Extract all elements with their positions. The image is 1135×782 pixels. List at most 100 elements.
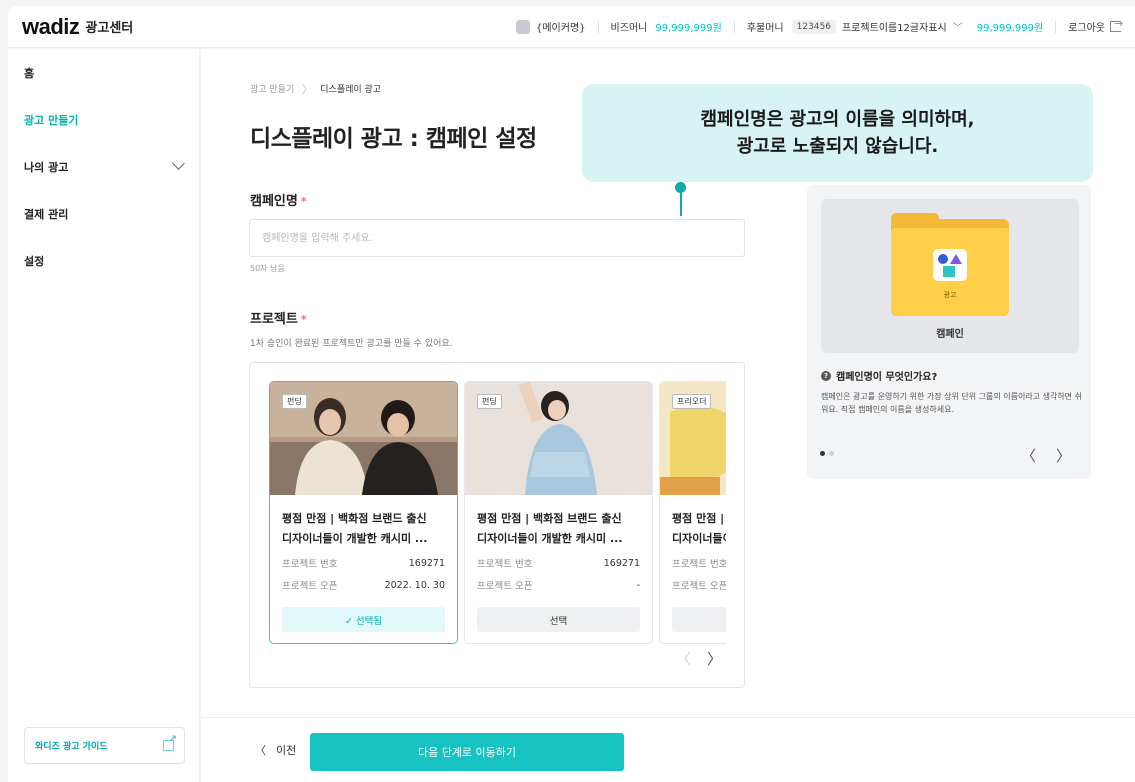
required-mark: * [300,313,307,326]
meta-label: 프로젝트 번호 [672,559,726,570]
project-open-row: 프로젝트 오픈 - [465,575,652,595]
question-icon: ? [821,370,831,381]
project-number-row: 프로젝트 번호 [660,553,726,573]
bottom-action-bar: 〈 이전 다음 단계로 이동하기 [201,717,1135,782]
project-title-line: 디자이너들이 개발한 캐시미 ... [282,532,428,545]
breadcrumb-current: 디스플레이 광고 [320,85,382,95]
ad-guide-link[interactable]: 와디즈 광고 가이드 [24,727,185,764]
folder-label: 광고 [943,291,957,299]
project-open-row: 프로젝트 오픈 [660,575,726,595]
project-card[interactable]: 펀딩 평점 만점 | 백화점 브랜드 출신 디자이너들이 개발한 캐시미 ...… [464,381,653,644]
project-card[interactable]: 프리오더 평점 만점 | 백화점 브랜드 출신 디자이너들이 개발한 캐시미 .… [659,381,726,644]
project-open-row: 프로젝트 오픈 2022. 10. 30 [270,575,457,595]
chevron-left-icon: 〈 [255,744,266,757]
project-label: 프로젝트 * [250,308,307,327]
pagination-dot[interactable] [829,451,834,456]
selected-button[interactable]: ✓ 선택됨 [282,607,445,632]
meta-label: 프로젝트 번호 [477,559,533,570]
divider [1055,20,1057,33]
project-title-line: 평점 만점 | 백화점 브랜드 출신 [282,512,427,525]
chevron-down-icon[interactable]: ﹀ [953,19,963,34]
header-account-info: {메이커명} 비즈머니 99,999,999원 후불머니 123456 프로젝트… [516,17,1123,34]
help-question: ? 캠페인명이 무엇인가요? [821,368,937,383]
page-title: 디스플레이 광고 : 캠페인 설정 [250,126,537,152]
campaign-name-label: 캠페인명 * [250,190,307,209]
project-thumbnail: 펀딩 [465,382,652,495]
sidebar-item-label: 나의 광고 [24,160,69,174]
project-select-name[interactable]: 프로젝트이름12글자표시 [842,19,947,34]
sidebar-item-create-ad[interactable]: 광고 만들기 [8,96,199,143]
project-description: 1차 승인이 완료된 프로젝트만 광고를 만들 수 있어요. [250,339,453,349]
project-title: 평점 만점 | 백화점 브랜드 출신 디자이너들이 개발한 캐시미 ... [270,509,457,551]
breadcrumb-parent[interactable]: 광고 만들기 [250,82,294,95]
tooltip-pointer-dot [675,182,686,193]
maker-avatar-icon [516,19,530,34]
project-number-row: 프로젝트 번호 169271 [465,553,652,573]
carousel-prev-icon[interactable]: 〈 [676,648,691,669]
meta-value: 169271 [408,557,445,569]
project-title: 평점 만점 | 백화점 브랜드 출신 디자이너들이 개발한 캐시미 ... [465,509,652,551]
sidebar-item-label: 결제 관리 [24,207,69,221]
help-prev-icon[interactable]: 〈 [1021,445,1036,466]
select-button[interactable] [672,607,726,632]
postpaid-label: 후불머니 [746,23,784,34]
help-panel: 광고 캠페인 ? 캠페인명이 무엇인가요? 캠페인은 광고를 운영하기 위한 가… [807,185,1091,479]
sidebar-item-settings[interactable]: 설정 [8,237,199,284]
project-tag: 펀딩 [282,394,307,409]
logout-icon[interactable] [1110,17,1123,32]
pagination-dot-active[interactable] [820,451,825,456]
external-link-icon [163,734,177,751]
sidebar-item-billing[interactable]: 결제 관리 [8,190,199,237]
select-button[interactable]: 선택 [477,607,640,632]
guide-tooltip: 캠페인명은 광고의 이름을 의미하며, 광고로 노출되지 않습니다. [582,84,1093,182]
project-title-line: 평점 만점 | 백화점 브랜드 출신 [672,512,726,525]
meta-label: 프로젝트 오픈 [477,581,533,592]
help-illustration: 광고 캠페인 [821,199,1079,353]
char-count: 50자 남음 [250,264,285,273]
project-label-text: 프로젝트 [250,312,298,327]
project-card[interactable]: 펀딩 평점 만점 | 백화점 브랜드 출신 디자이너들이 개발한 캐시미 ...… [269,381,458,644]
project-title-line: 평점 만점 | 백화점 브랜드 출신 [477,512,622,525]
meta-label: 프로젝트 번호 [282,559,338,570]
breadcrumb-chevron-icon: 〉 [302,85,313,96]
wadiz-logo[interactable]: wadiz [22,14,80,40]
meta-label: 프로젝트 오픈 [282,581,338,592]
project-card-list: 펀딩 평점 만점 | 백화점 브랜드 출신 디자이너들이 개발한 캐시미 ...… [269,381,726,645]
campaign-name-input[interactable] [249,219,745,257]
prev-button-label: 이전 [276,744,297,757]
top-header: wadiz 광고센터 {메이커명} 비즈머니 99,999,999원 후불머니 … [8,6,1135,48]
tooltip-line: 광고로 노출되지 않습니다. [736,136,939,157]
sidebar-item-my-ads[interactable]: 나의 광고 [8,143,199,190]
sidebar: 홈 광고 만들기 나의 광고 결제 관리 설정 와디즈 광고 가이드 [8,49,200,782]
required-mark: * [300,195,307,208]
next-step-button[interactable]: 다음 단계로 이동하기 [310,733,624,771]
project-title-line: 디자이너들이 개발한 캐시미 ... [477,532,623,545]
project-title-line: 디자이너들이 개발한 캐시미 ... [672,532,726,545]
sidebar-item-label: 설정 [24,254,45,268]
sidebar-item-home[interactable]: 홈 [8,49,199,96]
divider [733,20,735,33]
carousel-nav: 〈 〉 [676,648,722,669]
project-carousel: 펀딩 평점 만점 | 백화점 브랜드 출신 디자이너들이 개발한 캐시미 ...… [249,362,745,688]
project-number-row: 프로젝트 번호 169271 [270,553,457,573]
logout-button[interactable]: 로그아웃 [1068,19,1105,34]
campaign-name-label-text: 캠페인명 [250,194,298,209]
chevron-down-icon [172,157,185,170]
project-tag: 펀딩 [477,394,502,409]
help-question-text: 캠페인명이 무엇인가요? [836,372,938,383]
pagination-dots [820,451,834,456]
sidebar-item-label: 광고 만들기 [24,113,79,127]
help-next-icon[interactable]: 〉 [1056,445,1071,466]
tooltip-line: 캠페인명은 광고의 이름을 의미하며, [700,109,975,130]
project-code-badge: 123456 [791,19,836,34]
meta-value: - [636,579,640,591]
logo-subtitle: 광고센터 [85,21,134,36]
carousel-next-icon[interactable]: 〉 [707,648,722,669]
project-tag: 프리오더 [672,394,712,409]
postpaid-value: 99,999,999원 [976,23,1044,34]
divider [597,20,599,33]
illustration-caption: 캠페인 [936,329,964,340]
sidebar-item-label: 홈 [24,66,35,80]
help-description: 캠페인은 광고를 운영하기 위한 가장 상위 단위 그룹의 이름이라고 생각하면… [821,392,1082,414]
prev-button[interactable]: 〈 이전 [255,742,296,758]
